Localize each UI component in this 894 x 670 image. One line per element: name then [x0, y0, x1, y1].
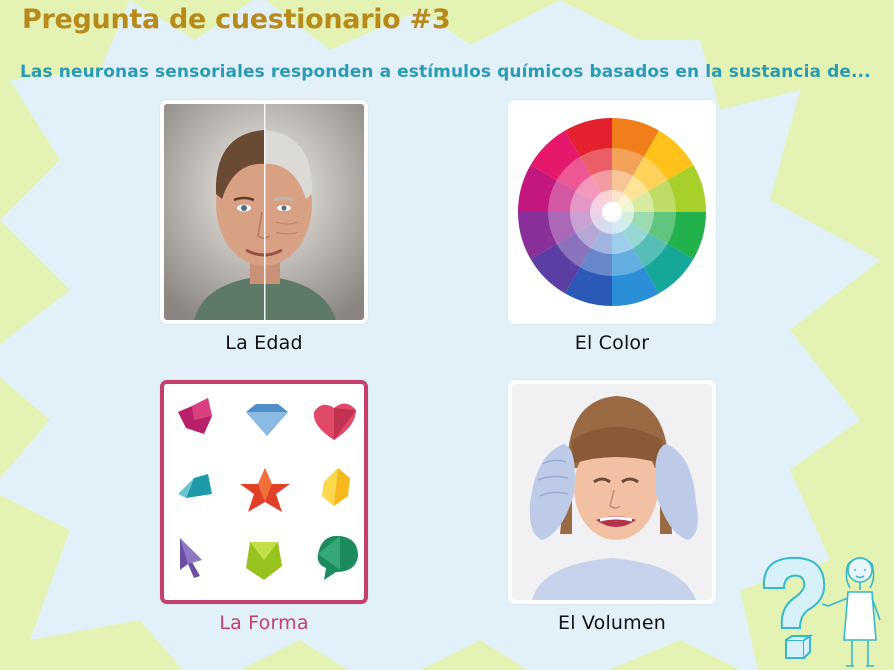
- answer-label[interactable]: La Edad: [160, 332, 368, 354]
- answer-image-card[interactable]: [160, 100, 368, 324]
- color-wheel-image: [512, 104, 712, 320]
- quiz-title: Pregunta de cuestionario #3: [22, 4, 451, 35]
- answer-option-color[interactable]: El Color: [508, 100, 718, 362]
- aging-face-image: [164, 104, 364, 320]
- answer-label[interactable]: La Forma: [160, 612, 368, 634]
- answer-option-age[interactable]: La Edad: [160, 100, 370, 362]
- quiz-question: Las neuronas sensoriales responden a est…: [20, 62, 871, 82]
- answer-label[interactable]: El Volumen: [508, 612, 716, 634]
- origami-shapes-image: [164, 384, 364, 600]
- answer-option-shape[interactable]: La Forma: [160, 380, 370, 642]
- question-mark-character-icon: [762, 556, 881, 667]
- answer-image-card[interactable]: [508, 100, 716, 324]
- answer-image-card[interactable]: [160, 380, 368, 604]
- answer-image-card[interactable]: [508, 380, 716, 604]
- answer-label[interactable]: El Color: [508, 332, 716, 354]
- answer-option-volume[interactable]: El Volumen: [508, 380, 718, 642]
- girl-covering-ears-image: [512, 384, 712, 600]
